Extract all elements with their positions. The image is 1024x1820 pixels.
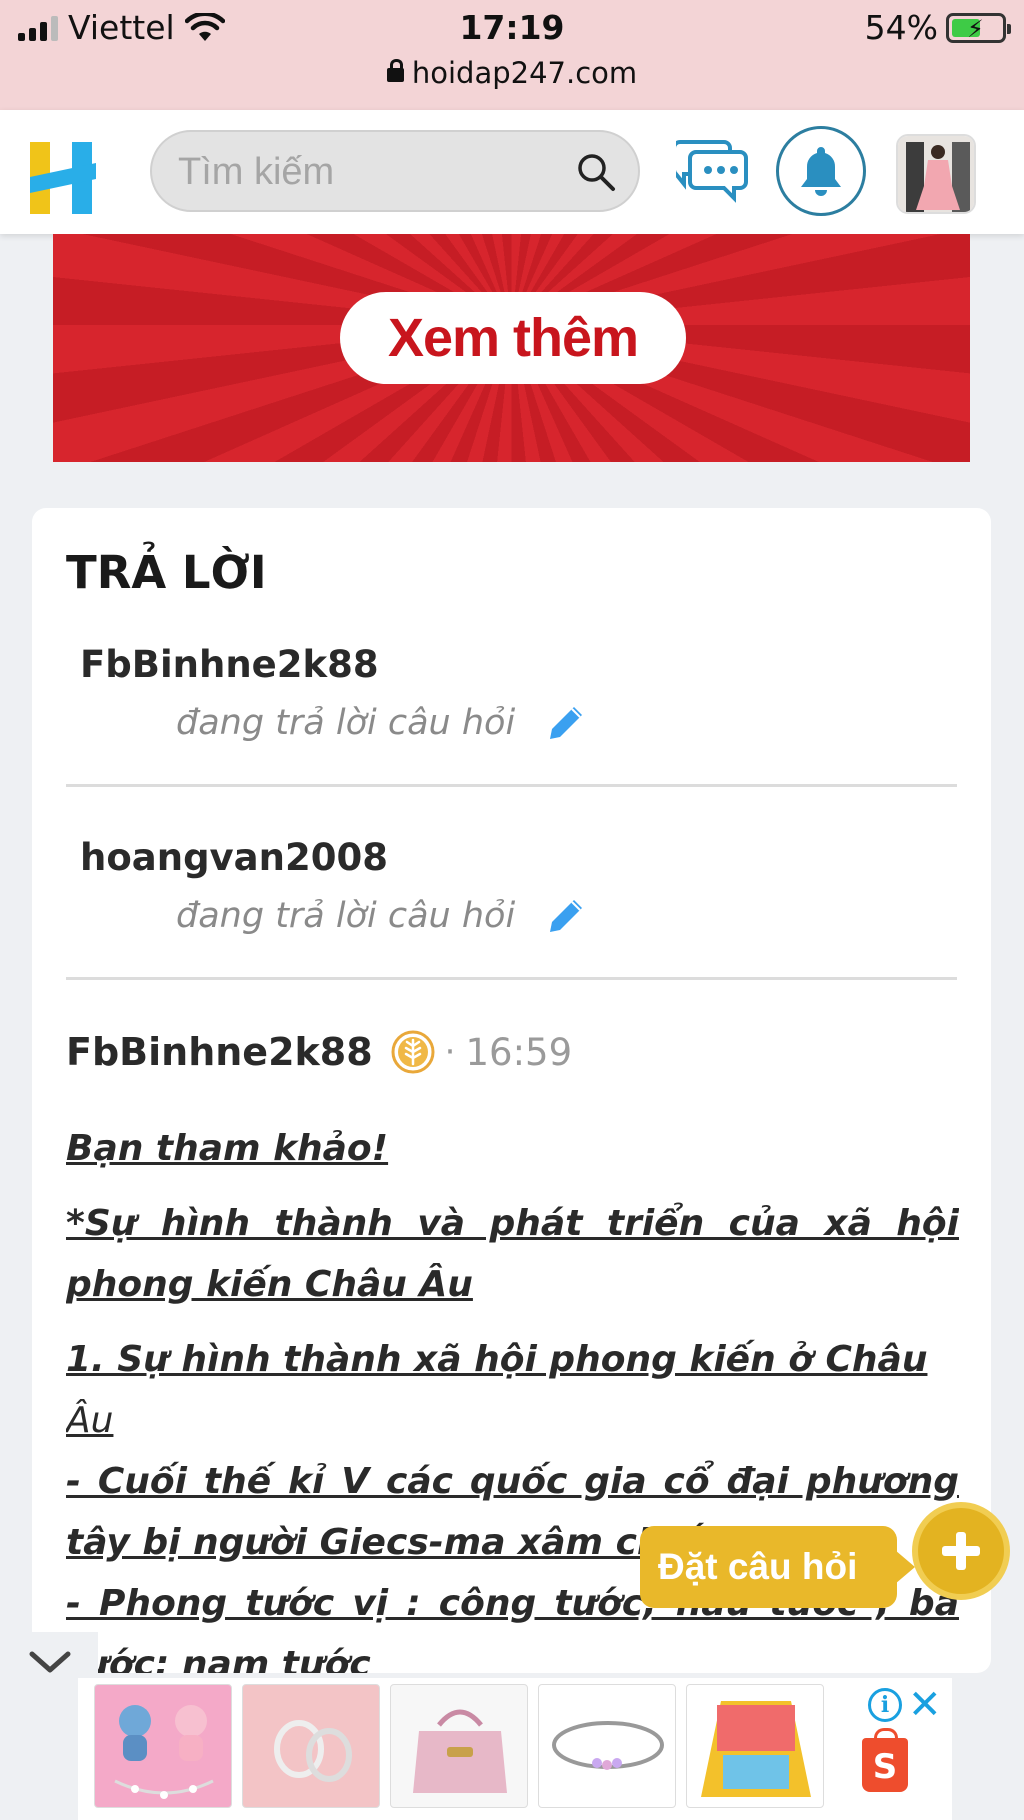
typing-username[interactable]: FbBinhne2k88 [80, 643, 379, 686]
typing-indicator: FbBinhne2k88 đang trả lời câu hỏi [32, 643, 991, 837]
status-right: 54% ⚡ [864, 8, 1011, 47]
search-box[interactable] [150, 130, 640, 212]
answer-time: 16:59 [465, 1030, 573, 1074]
answer-paragraph: *Sự hình thành và phát triển của xã hội … [66, 1203, 959, 1305]
bell-icon [801, 147, 841, 196]
lock-icon [386, 59, 404, 82]
answers-title: TRẢ LỜI [66, 546, 267, 599]
ad-product-image[interactable] [686, 1684, 824, 1808]
bottom-ad[interactable]: i ✕ S [78, 1678, 952, 1820]
battery-percent: 54% [864, 8, 938, 47]
status-bar: Viettel 17:19 54% ⚡ hoidap247.com [0, 0, 1024, 110]
divider [66, 977, 957, 980]
ad-info-icon[interactable]: i [868, 1688, 902, 1722]
battery-icon: ⚡ [946, 12, 1011, 43]
answers-card: TRẢ LỜI FbBinhne2k88 đang trả lời câu hỏ… [32, 508, 991, 1673]
divider [66, 784, 957, 787]
app-header [0, 110, 1024, 234]
typing-status: đang trả lời câu hỏi [176, 703, 586, 745]
ad-product-image[interactable] [390, 1684, 528, 1808]
answer-header: FbBinhne2k88 · 16:59 [66, 1030, 572, 1074]
typing-status-text: đang trả lời câu hỏi [176, 896, 516, 936]
ad-product-image[interactable] [538, 1684, 676, 1808]
ad-banner[interactable]: Xem thêm [53, 234, 970, 462]
pencil-icon [550, 900, 583, 932]
site-logo[interactable] [30, 142, 96, 214]
typing-status-text: đang trả lời câu hỏi [176, 703, 516, 743]
ad-product-image[interactable] [94, 1684, 232, 1808]
typing-status: đang trả lời câu hỏi [176, 896, 586, 938]
url-bar[interactable]: hoidap247.com [0, 56, 1024, 90]
url-text: hoidap247.com [411, 56, 638, 90]
typing-username[interactable]: hoangvan2008 [80, 836, 388, 879]
answer-paragraph: Âu [66, 1400, 114, 1441]
notification-button[interactable] [776, 126, 866, 216]
see-more-button[interactable]: Xem thêm [340, 292, 686, 384]
rank-badge-icon [391, 1030, 435, 1074]
typing-indicator: hoangvan2008 đang trả lời câu hỏi [32, 836, 991, 1030]
plus-icon[interactable] [912, 1502, 1010, 1600]
answer-author[interactable]: FbBinhne2k88 [66, 1030, 373, 1074]
shopee-icon[interactable]: S [862, 1728, 908, 1792]
ad-product-image[interactable] [242, 1684, 380, 1808]
close-icon[interactable]: ✕ [908, 1682, 942, 1728]
search-icon[interactable] [576, 152, 616, 192]
answer-paragraph: Bạn tham khảo! [66, 1128, 389, 1169]
ask-question-button[interactable]: Đặt câu hỏi [640, 1526, 916, 1608]
answer-paragraph: 1. Sự hình thành xã hội phong kiến ở Châ… [66, 1339, 928, 1380]
search-input[interactable] [178, 146, 558, 198]
avatar[interactable] [896, 134, 976, 214]
pencil-icon [550, 707, 583, 739]
separator-dot: · [444, 1032, 456, 1072]
chat-icon[interactable] [676, 138, 748, 204]
